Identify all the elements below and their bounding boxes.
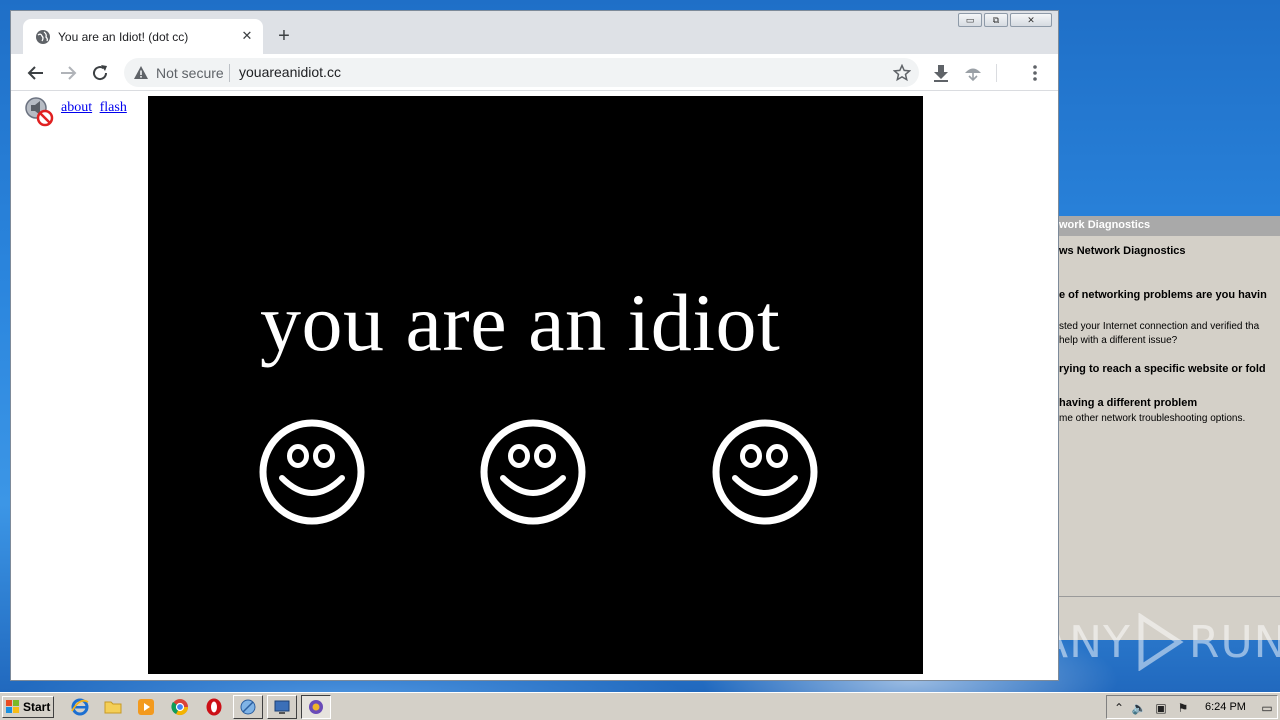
taskbar-task-console[interactable]: [267, 695, 297, 719]
about-link[interactable]: about: [61, 100, 92, 115]
start-button[interactable]: Start: [2, 696, 54, 718]
volume-icon[interactable]: 🔈: [1131, 700, 1147, 716]
diagnostics-option-description: me other network troubleshooting options…: [1059, 413, 1246, 424]
new-tab-button[interactable]: +: [273, 26, 295, 48]
media-player-icon[interactable]: [136, 697, 156, 717]
blocked-plugin-icon: [25, 97, 54, 127]
tab-title: You are an Idiot! (dot cc): [58, 30, 189, 44]
forward-arrow-icon: [61, 66, 77, 80]
network-diagnostics-question: e of networking problems are you havin: [1059, 289, 1267, 301]
forward-button[interactable]: [56, 61, 80, 85]
close-window-button[interactable]: ✕: [1010, 13, 1052, 27]
browser-toolbar: Not secure youareanidiot.cc: [11, 54, 1058, 91]
warning-icon[interactable]: [133, 65, 149, 81]
taskbar: Start ⌃ 🔈 ▣ ⚑ 6:24 PM ▭: [0, 692, 1280, 720]
diagnostics-option-website[interactable]: rying to reach a specific website or fol…: [1059, 363, 1266, 375]
smiley-face-icon: [480, 419, 586, 525]
flash-links: about flash: [61, 100, 131, 116]
headline-text: you are an idiot: [260, 277, 781, 368]
extension-icon[interactable]: [963, 63, 983, 83]
show-hidden-icons-icon[interactable]: ⌃: [1111, 700, 1127, 716]
security-status[interactable]: Not secure: [156, 65, 224, 81]
network-icon[interactable]: ▣: [1153, 700, 1169, 716]
network-diagnostics-text: sted your Internet connection and verifi…: [1059, 321, 1260, 332]
minimize-button[interactable]: ▭: [958, 13, 982, 27]
show-desktop-icon[interactable]: ▭: [1259, 700, 1275, 716]
taskbar-task-browser[interactable]: [301, 695, 331, 719]
system-tray: ⌃ 🔈 ▣ ⚑ 6:24 PM ▭: [1106, 695, 1278, 719]
chrome-icon[interactable]: [170, 697, 190, 717]
folder-icon[interactable]: [103, 697, 123, 717]
network-diagnostics-window[interactable]: work Diagnostics ws Network Diagnostics …: [1058, 216, 1280, 640]
flash-stage[interactable]: you are an idiot: [148, 96, 923, 674]
play-triangle-icon: [1138, 613, 1184, 671]
clock[interactable]: 6:24 PM: [1205, 701, 1246, 713]
network-diagnostics-icon: [240, 699, 256, 715]
omnibox-divider: [229, 64, 230, 82]
watermark-text-right: RUN: [1188, 616, 1280, 668]
taskbar-task-network-diagnostics[interactable]: [233, 695, 263, 719]
network-diagnostics-title: work Diagnostics: [1059, 216, 1280, 236]
toolbar-separator: [996, 64, 997, 82]
start-label: Start: [23, 700, 51, 714]
window-controls: ▭ ⧉ ✕: [958, 13, 1052, 27]
network-diagnostics-heading: ws Network Diagnostics: [1059, 245, 1186, 257]
smiley-face-icon: [259, 419, 365, 525]
globe-icon: [36, 30, 50, 44]
page-viewport: about flash you are an idiot: [11, 91, 1058, 680]
back-arrow-icon: [27, 66, 43, 80]
tab-close-icon[interactable]: ✕: [239, 28, 255, 44]
browser-tab[interactable]: You are an Idiot! (dot cc) ✕: [23, 19, 263, 54]
download-icon[interactable]: [931, 63, 951, 83]
reload-button[interactable]: [88, 61, 112, 85]
internet-explorer-icon[interactable]: [70, 697, 90, 717]
action-center-flag-icon[interactable]: ⚑: [1175, 700, 1191, 716]
tab-strip: You are an Idiot! (dot cc) ✕ + ▭ ⧉ ✕: [11, 11, 1058, 54]
smiley-face-icon: [712, 419, 818, 525]
restore-button[interactable]: ⧉: [984, 13, 1008, 27]
opera-icon[interactable]: [204, 697, 224, 717]
windows-logo-icon: [6, 700, 19, 713]
reload-icon: [93, 65, 108, 81]
browser-window[interactable]: You are an Idiot! (dot cc) ✕ + ▭ ⧉ ✕ Not…: [10, 10, 1059, 681]
network-diagnostics-text[interactable]: help with a different issue?: [1059, 335, 1177, 346]
address-bar[interactable]: Not secure youareanidiot.cc: [124, 58, 919, 87]
monitor-icon: [274, 700, 290, 714]
bookmark-star-icon[interactable]: [893, 64, 911, 82]
anyrun-watermark: ANY RUN: [1038, 612, 1280, 672]
browser-task-icon: [309, 700, 323, 714]
diagnostics-option-different-problem[interactable]: having a different problem: [1059, 397, 1197, 409]
url-text[interactable]: youareanidiot.cc: [239, 64, 341, 80]
flash-link[interactable]: flash: [100, 100, 127, 115]
menu-dots-icon[interactable]: [1025, 63, 1045, 83]
back-button[interactable]: [24, 61, 48, 85]
